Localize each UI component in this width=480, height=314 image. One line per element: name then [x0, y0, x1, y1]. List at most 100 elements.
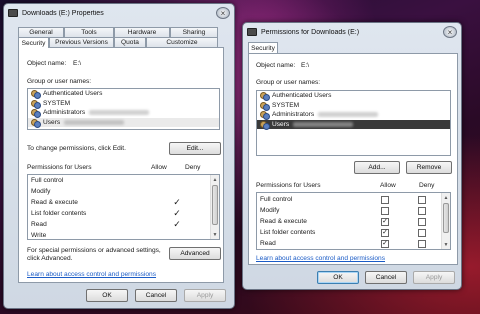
change-permissions-text: To change permissions, click Edit.: [27, 145, 126, 152]
learn-link[interactable]: Learn about access control and permissio…: [27, 271, 156, 278]
list-item[interactable]: Administrators: [28, 108, 219, 119]
advanced-button[interactable]: Advanced: [169, 247, 221, 260]
object-name-label: Object name:: [27, 60, 67, 67]
apply-button[interactable]: Apply: [184, 289, 226, 302]
tab-hardware[interactable]: Hardware: [114, 27, 170, 37]
allow-checkbox[interactable]: ✓: [381, 239, 389, 248]
permissions-label: Permissions for Users: [27, 164, 92, 171]
users-icon: [31, 118, 41, 128]
permissions-titlebar[interactable]: Permissions for Downloads (E:) ×: [243, 23, 461, 41]
permission-name: Full control: [260, 196, 293, 203]
group-label: Group or user names:: [27, 78, 92, 85]
permissions-scrollbar[interactable]: ▲ ▼: [210, 175, 219, 239]
list-item[interactable]: Administrators: [257, 110, 450, 121]
allow-checkbox[interactable]: [381, 195, 389, 204]
scroll-up-icon[interactable]: ▲: [442, 193, 450, 202]
cancel-button[interactable]: Cancel: [365, 271, 407, 284]
user-name: SYSTEM: [43, 99, 71, 107]
allow-checkbox[interactable]: ✓: [381, 217, 389, 226]
list-item[interactable]: SYSTEM: [257, 101, 450, 111]
users-icon: [260, 120, 270, 130]
edit-button[interactable]: Edit...: [169, 142, 221, 155]
tab-security[interactable]: Security: [18, 37, 49, 48]
tab-quota[interactable]: Quota: [114, 37, 146, 47]
permission-name: Modify: [260, 207, 280, 214]
user-list[interactable]: Authenticated Users SYSTEM Administrator…: [256, 90, 451, 156]
user-name: SYSTEM: [272, 101, 300, 109]
group-label: Group or user names:: [256, 79, 321, 86]
list-item[interactable]: Users: [257, 119, 450, 130]
permissions-pane: Object name: E:\ Group or user names: Au…: [248, 53, 458, 265]
drive-icon: [247, 28, 257, 36]
allow-header: Allow: [380, 182, 396, 189]
close-button[interactable]: ×: [216, 7, 230, 19]
scroll-thumb[interactable]: [443, 203, 449, 233]
tab-previous-versions[interactable]: Previous Versions: [49, 37, 114, 47]
permission-row: Modify: [28, 186, 210, 197]
user-name: Authenticated Users: [272, 92, 332, 100]
scroll-thumb[interactable]: [212, 185, 218, 225]
deny-checkbox[interactable]: [418, 195, 426, 204]
security-pane: Object name: E:\ Group or user names: Au…: [18, 47, 224, 283]
cancel-button[interactable]: Cancel: [135, 289, 177, 302]
list-item[interactable]: Authenticated Users: [28, 89, 219, 100]
window-title: Permissions for Downloads (E:): [261, 28, 360, 36]
user-name: Users: [272, 120, 290, 128]
deny-checkbox[interactable]: [418, 228, 426, 237]
remove-button[interactable]: Remove: [406, 161, 452, 174]
allow-checkbox[interactable]: [381, 206, 389, 215]
deny-checkbox[interactable]: [418, 239, 426, 248]
scroll-down-icon[interactable]: ▼: [211, 230, 219, 239]
permission-row: Full control: [28, 175, 210, 186]
permissions-window: Permissions for Downloads (E:) × Securit…: [242, 22, 462, 290]
allow-header: Allow: [151, 164, 167, 171]
scroll-up-icon[interactable]: ▲: [211, 175, 219, 184]
permission-row: Read ✓: [28, 219, 210, 230]
redacted-text: [64, 119, 125, 125]
permission-name: Read: [31, 221, 47, 228]
permission-row: Full control: [257, 194, 441, 205]
ok-button[interactable]: OK: [317, 271, 359, 284]
apply-button[interactable]: Apply: [413, 271, 455, 284]
tab-general[interactable]: General: [18, 27, 64, 37]
permission-name: Read & execute: [31, 199, 78, 206]
close-icon: ×: [220, 8, 226, 18]
learn-link[interactable]: Learn about access control and permissio…: [256, 255, 385, 262]
drive-icon: [8, 9, 18, 17]
list-item[interactable]: Users: [28, 117, 219, 128]
users-icon: [31, 109, 41, 119]
deny-checkbox[interactable]: [418, 206, 426, 215]
permission-row: List folder contents ✓: [257, 227, 441, 238]
list-item[interactable]: Authenticated Users: [257, 91, 450, 102]
tab-customize[interactable]: Customize: [146, 37, 218, 47]
permissions-label: Permissions for Users: [256, 182, 321, 189]
user-list[interactable]: Authenticated Users SYSTEM Administrator…: [27, 88, 220, 130]
permission-row: Read ✓: [257, 238, 441, 249]
list-item[interactable]: SYSTEM: [28, 99, 219, 109]
deny-checkbox[interactable]: [418, 217, 426, 226]
user-name: Administrators: [272, 111, 315, 119]
scroll-down-icon[interactable]: ▼: [442, 240, 450, 249]
add-button[interactable]: Add...: [354, 161, 400, 174]
tab-security[interactable]: Security: [248, 42, 278, 53]
ok-button[interactable]: OK: [86, 289, 128, 302]
close-button[interactable]: ×: [443, 26, 457, 38]
user-name: Authenticated Users: [43, 90, 103, 98]
users-icon: [31, 99, 41, 109]
properties-titlebar[interactable]: Downloads (E:) Properties ×: [4, 4, 234, 22]
properties-window: Downloads (E:) Properties × General Tool…: [3, 3, 235, 309]
redacted-text: [293, 121, 354, 127]
permissions-list: Full control Modify Read & execute ✓ List…: [256, 192, 451, 250]
redacted-text: [318, 112, 379, 118]
special-permissions-text: For special permissions or advanced sett…: [27, 247, 161, 254]
permissions-scrollbar[interactable]: ▲ ▼: [441, 193, 450, 249]
allow-checkbox[interactable]: ✓: [381, 228, 389, 237]
tab-sharing[interactable]: Sharing: [170, 27, 218, 37]
permission-row: Write: [28, 230, 210, 239]
object-name-value: E:\: [301, 62, 310, 69]
check-icon: ✓: [173, 219, 181, 229]
permission-name: Full control: [31, 177, 64, 184]
tab-tools[interactable]: Tools: [64, 27, 114, 37]
permission-name: Read: [260, 240, 276, 247]
user-name: Users: [43, 118, 61, 126]
